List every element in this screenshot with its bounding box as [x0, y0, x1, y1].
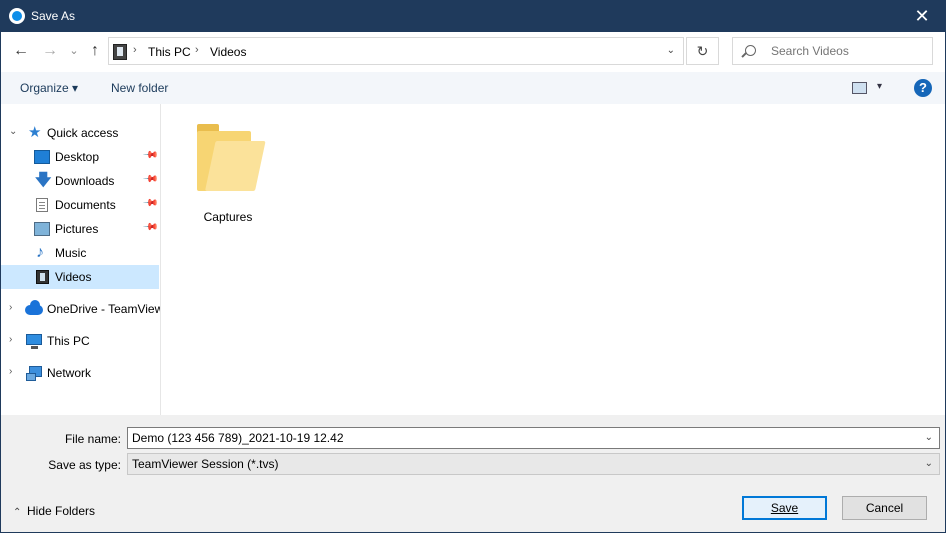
navigation-pane: ⌄ ★ Quick access Desktop 📌 🡇 Downloads 📌… [1, 104, 161, 415]
help-icon[interactable]: ? [914, 79, 932, 97]
pin-icon: 📌 [141, 147, 159, 164]
collapse-chevron-icon[interactable]: ⌄ [9, 126, 17, 137]
command-toolbar: Organize ▾ New folder ▾ ? [1, 72, 945, 104]
navigation-bar: ← → ⌄ ↑ › This PC › Videos ⌄ ↻ [1, 32, 945, 72]
videos-icon [36, 270, 49, 284]
address-dropdown-icon[interactable]: ⌄ [667, 45, 675, 56]
save-options-panel: File name: ⌄ Save as type: TeamViewer Se… [1, 415, 945, 532]
address-bar[interactable]: › This PC › Videos ⌄ [108, 37, 684, 65]
file-name-input[interactable] [132, 431, 912, 445]
up-arrow-icon[interactable]: ↑ [85, 41, 105, 61]
cancel-button[interactable]: Cancel [842, 496, 927, 520]
tree-item-label: This PC [47, 334, 90, 348]
forward-arrow-icon[interactable]: → [40, 41, 60, 61]
refresh-icon[interactable]: ↻ [686, 37, 719, 65]
tree-item-this-pc[interactable]: › This PC [1, 329, 159, 353]
save-as-type-dropdown-icon[interactable]: ⌄ [925, 458, 933, 469]
tree-item-label: Network [47, 366, 92, 380]
expand-chevron-icon[interactable]: › [9, 302, 12, 313]
hide-folders-button[interactable]: ⌃ Hide Folders [13, 504, 95, 518]
folder-item-captures[interactable]: Captures [197, 121, 266, 224]
tree-item-label: Downloads [55, 174, 115, 188]
pin-icon: 📌 [141, 171, 159, 188]
tree-item-music[interactable]: ♪ Music [1, 241, 159, 265]
computer-icon [26, 334, 42, 349]
search-box[interactable] [732, 37, 933, 65]
onedrive-icon [25, 300, 43, 315]
tree-item-onedrive[interactable]: › OneDrive - TeamViewer [1, 297, 160, 321]
tree-item-downloads[interactable]: 🡇 Downloads 📌 [1, 169, 159, 193]
tree-item-label: Pictures [55, 222, 99, 236]
save-button[interactable]: Save [742, 496, 827, 520]
hide-folders-label: Hide Folders [27, 504, 96, 518]
organize-button[interactable]: Organize ▾ [20, 81, 78, 95]
expand-chevron-icon[interactable]: › [9, 334, 12, 345]
document-icon [36, 198, 48, 212]
tree-item-desktop[interactable]: Desktop 📌 [1, 145, 159, 169]
star-icon: ★ [28, 124, 42, 141]
breadcrumb-videos[interactable]: Videos [210, 45, 246, 59]
file-name-field[interactable]: ⌄ [127, 427, 940, 449]
breadcrumb-separator-icon: › [195, 44, 199, 56]
file-list: Captures [161, 104, 945, 415]
tree-item-videos[interactable]: Videos [1, 265, 159, 289]
close-icon[interactable]: ✕ [899, 1, 945, 32]
back-arrow-icon[interactable]: ← [11, 41, 31, 61]
new-folder-button[interactable]: New folder [111, 81, 168, 95]
tree-item-documents[interactable]: Documents 📌 [1, 193, 159, 217]
save-as-type-select[interactable]: TeamViewer Session (*.tvs) ⌄ [127, 453, 940, 475]
file-name-dropdown-icon[interactable]: ⌄ [925, 432, 933, 443]
desktop-icon [34, 150, 50, 164]
chevron-up-icon: ⌃ [13, 507, 22, 518]
window-title: Save As [31, 9, 76, 23]
tree-item-label: Desktop [55, 150, 100, 164]
save-as-type-label: Save as type: [48, 458, 121, 472]
breadcrumb-separator-icon: › [133, 44, 137, 56]
tree-item-label: Music [55, 246, 87, 260]
expand-chevron-icon[interactable]: › [9, 366, 12, 377]
download-icon: 🡇 [35, 172, 52, 189]
content-area: ⌄ ★ Quick access Desktop 📌 🡇 Downloads 📌… [1, 104, 945, 415]
pin-icon: 📌 [141, 195, 159, 212]
teamviewer-app-icon [9, 8, 25, 24]
recent-locations-chevron-icon[interactable]: ⌄ [64, 41, 84, 61]
tree-item-label: Documents [55, 198, 116, 212]
pictures-icon [34, 222, 50, 236]
view-dropdown-icon[interactable]: ▾ [877, 81, 882, 92]
tree-item-network[interactable]: › Network [1, 361, 159, 385]
search-input[interactable] [771, 43, 926, 59]
tree-item-pictures[interactable]: Pictures 📌 [1, 217, 159, 241]
file-name-label: File name: [64, 432, 121, 446]
tree-item-label: OneDrive - TeamViewer [47, 302, 160, 316]
breadcrumb-this-pc[interactable]: This PC [148, 45, 191, 59]
save-as-type-value: TeamViewer Session (*.tvs) [132, 457, 279, 471]
tree-item-label: Quick access [47, 126, 119, 140]
folder-name: Captures [203, 210, 253, 224]
save-as-dialog: Save As ✕ ← → ⌄ ↑ › This PC › Videos ⌄ ↻… [0, 0, 946, 533]
pin-icon: 📌 [141, 219, 159, 236]
tree-item-quick-access[interactable]: ⌄ ★ Quick access [1, 121, 159, 145]
search-icon [745, 45, 756, 56]
view-options-icon[interactable] [852, 82, 867, 94]
network-icon [26, 366, 42, 381]
videos-location-icon [113, 44, 127, 60]
music-icon: ♪ [36, 244, 44, 261]
title-bar: Save As ✕ [1, 1, 945, 32]
tree-item-label: Videos [55, 270, 92, 284]
save-button-label: Save [770, 501, 799, 515]
